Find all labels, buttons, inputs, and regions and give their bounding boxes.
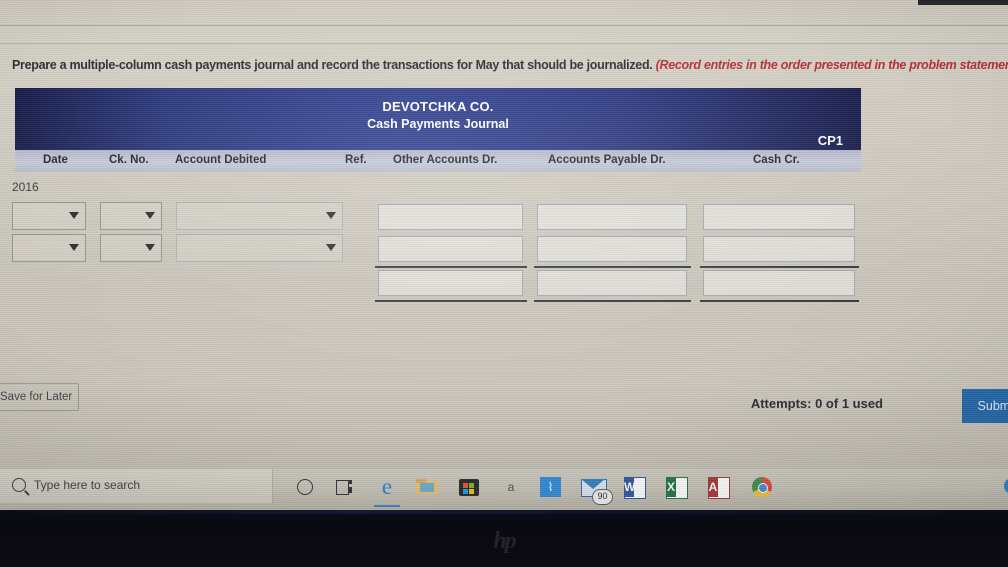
help-icon[interactable]: ? — [1004, 478, 1008, 494]
attempts-status: Attempts: 0 of 1 used — [750, 396, 883, 411]
instruction-note: (Record entries in the order presented i… — [655, 58, 1008, 72]
chevron-down-icon — [69, 244, 79, 251]
cash-payments-journal: DEVOTCHKA CO. Cash Payments Journal CP1 … — [15, 88, 861, 172]
column-header-date: Date — [43, 154, 68, 166]
column-header-other-accounts-dr: Other Accounts Dr. — [393, 154, 498, 166]
journal-title-band: DEVOTCHKA CO. Cash Payments Journal CP1 — [15, 88, 861, 150]
other-accounts-dr-input-row-2[interactable] — [378, 236, 523, 262]
ck-no-select-row-1[interactable] — [100, 202, 162, 230]
cash-cr-total-rule — [700, 300, 859, 302]
microsoft-store-icon[interactable] — [456, 474, 482, 500]
accounts-payable-dr-total-rule — [534, 300, 691, 302]
column-header-ref: Ref. — [345, 154, 367, 166]
task-view-icon[interactable] — [332, 474, 358, 500]
laptop-bezel: hp — [0, 510, 1008, 567]
search-placeholder: Type here to search — [34, 478, 141, 492]
mail-badge-count: 90 — [597, 491, 608, 501]
sway-icon[interactable]: ⌇ — [538, 474, 564, 500]
mail-unread-badge: 90 — [592, 489, 613, 505]
window-top-right-strip — [918, 0, 1008, 5]
save-for-later-button[interactable]: Save for Later — [0, 383, 79, 411]
word-icon[interactable]: W — [621, 474, 647, 500]
other-accounts-dr-subtotal-rule — [375, 266, 527, 268]
chevron-down-icon — [145, 244, 155, 251]
cash-cr-input-row-2[interactable] — [703, 236, 855, 262]
chevron-down-icon — [69, 212, 79, 219]
bezel-glow — [0, 510, 1008, 514]
laptop-screen: Prepare a multiple-column cash payments … — [0, 0, 1008, 510]
column-header-account-debited: Account Debited — [175, 154, 267, 166]
journal-title: Cash Payments Journal — [367, 117, 509, 131]
adobe-icon[interactable]: a — [498, 474, 524, 500]
other-accounts-dr-total-rule — [375, 300, 527, 302]
cash-cr-input-row-3[interactable] — [703, 270, 855, 296]
date-select-row-1[interactable] — [12, 202, 86, 230]
chevron-down-icon — [326, 212, 336, 219]
access-icon[interactable]: A — [705, 474, 731, 500]
cash-cr-subtotal-rule — [700, 266, 859, 268]
chevron-down-icon — [326, 244, 336, 251]
screen-divider-top — [0, 25, 1008, 26]
file-explorer-icon[interactable] — [414, 474, 440, 500]
cortana-icon[interactable] — [292, 474, 318, 500]
accounts-payable-dr-input-row-1[interactable] — [537, 204, 687, 230]
hp-logo: hp — [493, 528, 516, 554]
column-header-accounts-payable-dr: Accounts Payable Dr. — [548, 154, 666, 166]
journal-page-ref: CP1 — [817, 133, 843, 148]
edge-active-indicator — [374, 505, 400, 507]
accounts-payable-dr-input-row-2[interactable] — [537, 236, 687, 262]
excel-icon[interactable]: X — [663, 474, 689, 500]
screen-divider-second — [0, 43, 1008, 44]
submit-button[interactable]: Submit — [962, 389, 1008, 423]
ck-no-select-row-2[interactable] — [100, 234, 162, 262]
cash-cr-input-row-1[interactable] — [703, 204, 855, 230]
windows-search-box[interactable]: Type here to search — [0, 469, 273, 503]
search-icon — [12, 478, 26, 492]
instruction-main: Prepare a multiple-column cash payments … — [12, 58, 653, 72]
other-accounts-dr-input-row-1[interactable] — [378, 204, 523, 230]
journal-input-grid — [0, 198, 1008, 318]
accounts-payable-dr-subtotal-rule — [534, 266, 691, 268]
date-select-row-2[interactable] — [12, 234, 86, 262]
column-header-cash-cr: Cash Cr. — [753, 154, 800, 166]
company-name: DEVOTCHKA CO. — [382, 99, 494, 114]
year-label: 2016 — [12, 180, 39, 194]
column-header-ck-no: Ck. No. — [109, 154, 149, 166]
account-debited-select-row-1[interactable] — [176, 202, 343, 230]
accounts-payable-dr-input-row-3[interactable] — [537, 270, 687, 296]
chevron-down-icon — [145, 212, 155, 219]
journal-column-headers: Date Ck. No. Account Debited Ref. Other … — [15, 150, 861, 172]
instruction-text: Prepare a multiple-column cash payments … — [12, 58, 1008, 72]
other-accounts-dr-input-row-3[interactable] — [378, 270, 523, 296]
account-debited-select-row-2[interactable] — [176, 234, 343, 262]
edge-icon[interactable]: e — [374, 474, 400, 500]
chrome-icon[interactable] — [749, 474, 775, 500]
